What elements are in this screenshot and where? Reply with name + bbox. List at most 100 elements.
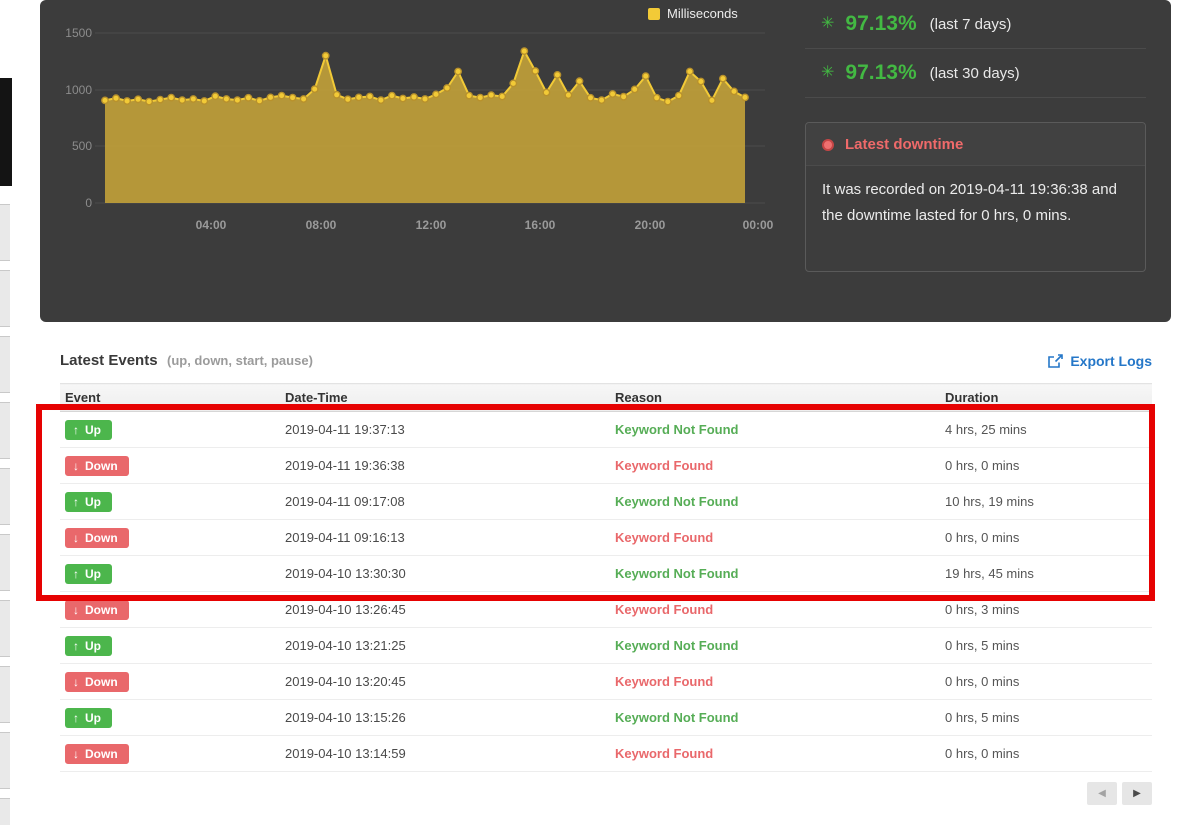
response-time-chart: 1500 1000 500 0 04:00 08:00 12:00 16:00 … [65, 0, 785, 240]
event-badge-label: Down [85, 748, 118, 760]
event-datetime: 2019-04-11 19:37:13 [280, 412, 610, 448]
events-header: Latest Events (up, down, start, pause) E… [60, 352, 1152, 370]
table-row: ↓ Down 2019-04-11 19:36:38 Keyword Found… [60, 448, 1152, 484]
event-arrow-icon: ↓ [73, 532, 79, 544]
table-header-row: Event Date-Time Reason Duration [60, 384, 1152, 412]
latest-events-section: Latest Events (up, down, start, pause) E… [60, 352, 1152, 805]
y-axis-label: 1000 [65, 83, 92, 97]
event-reason: Keyword Found [610, 448, 940, 484]
event-arrow-icon: ↓ [73, 460, 79, 472]
event-duration: 10 hrs, 19 mins [940, 484, 1152, 520]
downtime-text: It was recorded on 2019-04-11 19:36:38 a… [806, 166, 1145, 240]
event-duration: 4 hrs, 25 mins [940, 412, 1152, 448]
event-arrow-icon: ↓ [73, 604, 79, 616]
table-row: ↑ Up 2019-04-10 13:21:25 Keyword Not Fou… [60, 628, 1152, 664]
export-logs-link[interactable]: Export Logs [1048, 353, 1152, 369]
sidebar-dark-edge [0, 78, 12, 186]
export-logs-label: Export Logs [1070, 353, 1152, 369]
event-reason: Keyword Not Found [610, 412, 940, 448]
legend-swatch-icon [648, 8, 660, 20]
event-reason: Keyword Not Found [610, 556, 940, 592]
events-subtitle: (up, down, start, pause) [167, 353, 313, 368]
event-badge: ↑ Up [65, 636, 112, 656]
event-badge: ↓ Down [65, 528, 129, 548]
event-reason: Keyword Found [610, 664, 940, 700]
x-axis-label: 20:00 [635, 218, 666, 232]
event-badge: ↓ Down [65, 456, 129, 476]
event-badge: ↑ Up [65, 420, 112, 440]
event-datetime: 2019-04-10 13:21:25 [280, 628, 610, 664]
event-duration: 0 hrs, 3 mins [940, 592, 1152, 628]
event-reason: Keyword Found [610, 736, 940, 772]
event-duration: 0 hrs, 0 mins [940, 664, 1152, 700]
events-title-group: Latest Events (up, down, start, pause) [60, 352, 313, 370]
table-row: ↓ Down 2019-04-11 09:16:13 Keyword Found… [60, 520, 1152, 556]
next-page-button[interactable]: ▶ [1122, 782, 1152, 805]
uptime-burst-icon: ✳ [821, 65, 834, 81]
event-badge: ↓ Down [65, 600, 129, 620]
event-badge: ↑ Up [65, 564, 112, 584]
event-reason: Keyword Not Found [610, 484, 940, 520]
event-reason: Keyword Found [610, 520, 940, 556]
latest-downtime-card: Latest downtime It was recorded on 2019-… [805, 122, 1146, 272]
table-row: ↓ Down 2019-04-10 13:26:45 Keyword Found… [60, 592, 1152, 628]
column-header-datetime: Date-Time [280, 384, 610, 412]
column-header-event: Event [60, 384, 280, 412]
event-duration: 19 hrs, 45 mins [940, 556, 1152, 592]
x-axis-label: 08:00 [306, 218, 337, 232]
event-datetime: 2019-04-10 13:30:30 [280, 556, 610, 592]
event-badge-label: Down [85, 676, 118, 688]
event-badge: ↑ Up [65, 708, 112, 728]
uptime-30d-value: 97.13% [845, 61, 916, 85]
event-datetime: 2019-04-10 13:20:45 [280, 664, 610, 700]
chart-series [102, 48, 748, 203]
monitor-detail-panel: 1500 1000 500 0 04:00 08:00 12:00 16:00 … [40, 0, 1171, 322]
pagination: ◀ ▶ [60, 782, 1152, 805]
event-datetime: 2019-04-10 13:14:59 [280, 736, 610, 772]
x-axis-label: 00:00 [743, 218, 774, 232]
y-axis-label: 0 [85, 196, 92, 210]
y-axis-labels: 1500 1000 500 0 [65, 26, 92, 210]
event-badge-label: Up [85, 640, 101, 652]
x-axis-label: 12:00 [416, 218, 447, 232]
event-datetime: 2019-04-11 09:16:13 [280, 520, 610, 556]
column-header-duration: Duration [940, 384, 1152, 412]
event-badge-label: Up [85, 712, 101, 724]
event-arrow-icon: ↑ [73, 568, 79, 580]
x-axis-label: 16:00 [525, 218, 556, 232]
event-arrow-icon: ↓ [73, 676, 79, 688]
event-arrow-icon: ↑ [73, 712, 79, 724]
event-badge-label: Up [85, 568, 101, 580]
uptime-7d-row: ✳ 97.13% (last 7 days) [805, 0, 1146, 49]
latest-downtime-header: Latest downtime [806, 123, 1145, 166]
event-datetime: 2019-04-11 09:17:08 [280, 484, 610, 520]
events-title: Latest Events [60, 352, 158, 369]
event-badge: ↑ Up [65, 492, 112, 512]
event-badge: ↓ Down [65, 744, 129, 764]
export-icon [1048, 354, 1063, 368]
uptime-7d-value: 97.13% [845, 12, 916, 36]
uptime-stats: ✳ 97.13% (last 7 days) ✳ 97.13% (last 30… [805, 0, 1146, 98]
event-duration: 0 hrs, 0 mins [940, 448, 1152, 484]
event-arrow-icon: ↑ [73, 496, 79, 508]
event-duration: 0 hrs, 5 mins [940, 628, 1152, 664]
table-row: ↓ Down 2019-04-10 13:20:45 Keyword Found… [60, 664, 1152, 700]
event-badge-label: Down [85, 604, 118, 616]
downtime-dot-icon [822, 139, 834, 151]
event-arrow-icon: ↑ [73, 640, 79, 652]
uptime-burst-icon: ✳ [821, 16, 834, 32]
prev-page-button[interactable]: ◀ [1087, 782, 1117, 805]
event-duration: 0 hrs, 0 mins [940, 736, 1152, 772]
event-duration: 0 hrs, 5 mins [940, 700, 1152, 736]
events-table-body: ↑ Up 2019-04-11 19:37:13 Keyword Not Fou… [60, 412, 1152, 772]
event-datetime: 2019-04-10 13:26:45 [280, 592, 610, 628]
chart-legend[interactable]: Milliseconds [648, 6, 738, 21]
monitor-list-edge [0, 204, 10, 825]
event-reason: Keyword Found [610, 592, 940, 628]
y-axis-label: 1500 [65, 26, 92, 40]
legend-label: Milliseconds [667, 6, 738, 21]
event-datetime: 2019-04-11 19:36:38 [280, 448, 610, 484]
event-reason: Keyword Not Found [610, 628, 940, 664]
uptime-7d-label: (last 7 days) [930, 16, 1012, 33]
uptime-30d-label: (last 30 days) [930, 65, 1020, 82]
